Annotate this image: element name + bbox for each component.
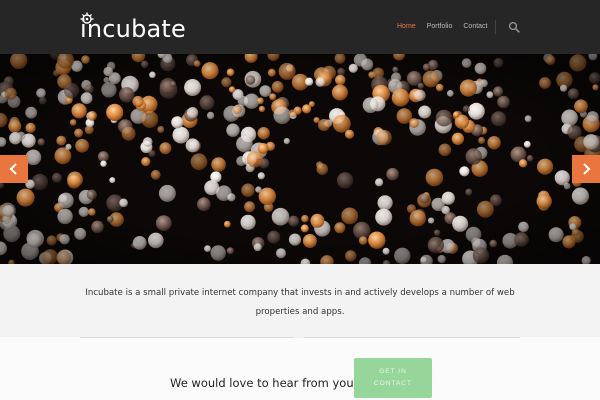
slider-next-button[interactable]	[572, 155, 600, 183]
chevron-right-icon	[583, 163, 591, 175]
get-in-contact-button[interactable]: GET IN CONTACT	[354, 358, 432, 398]
brand-name: incubate	[80, 15, 187, 43]
slider-prev-button[interactable]	[0, 155, 28, 183]
search-icon[interactable]	[508, 21, 520, 33]
nav-item-home[interactable]: Home	[397, 22, 416, 32]
contact-callout: We would love to hear from you...	[170, 376, 365, 390]
site-logo[interactable]: incubate	[80, 12, 186, 44]
main-nav: Home Portfolio Contact	[397, 22, 499, 32]
site-header: incubate Home Portfolio Contact	[0, 0, 600, 54]
intro-section: Incubate is a small private internet com…	[0, 264, 600, 337]
hero-image	[0, 54, 600, 264]
hero-slider[interactable]	[0, 54, 600, 264]
button-label-line2: CONTACT	[374, 380, 412, 387]
nav-item-portfolio[interactable]: Portfolio	[427, 22, 453, 32]
intro-text: Incubate is a small private internet com…	[85, 288, 515, 317]
chevron-left-icon	[9, 163, 17, 175]
button-label-line1: GET IN	[379, 368, 407, 375]
contact-section: We would love to hear from you...	[0, 338, 600, 400]
nav-divider	[495, 20, 496, 34]
logo-mark-icon	[80, 12, 94, 24]
nav-item-contact[interactable]: Contact	[463, 22, 487, 32]
